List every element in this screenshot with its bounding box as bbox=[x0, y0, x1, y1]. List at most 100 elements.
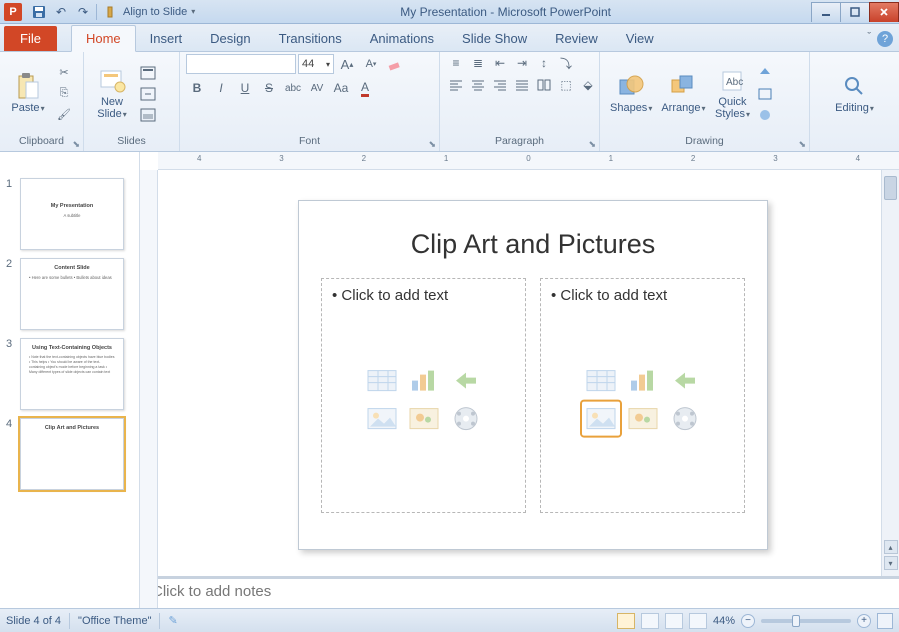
line-spacing-icon[interactable]: ↕ bbox=[534, 54, 554, 72]
insert-clipart-icon[interactable] bbox=[405, 401, 443, 435]
strike-button[interactable]: S bbox=[258, 78, 280, 98]
align-left-icon[interactable] bbox=[446, 76, 466, 94]
bullets-icon[interactable]: ≡ bbox=[446, 54, 466, 72]
insert-smartart-icon[interactable] bbox=[666, 363, 704, 397]
italic-button[interactable]: I bbox=[210, 78, 232, 98]
shrink-font-icon[interactable]: A▾ bbox=[360, 54, 382, 74]
launcher-icon[interactable]: ⬊ bbox=[798, 139, 806, 150]
zoom-out-button[interactable]: − bbox=[741, 614, 755, 628]
arrange-button[interactable]: Arrange bbox=[657, 70, 709, 117]
copy-icon[interactable]: ⎘ bbox=[54, 85, 74, 103]
normal-view-icon[interactable] bbox=[617, 613, 635, 629]
insert-media-icon[interactable] bbox=[666, 401, 704, 435]
align-right-icon[interactable] bbox=[490, 76, 510, 94]
shape-fill-icon[interactable] bbox=[755, 64, 775, 82]
cut-icon[interactable]: ✂ bbox=[54, 64, 74, 82]
layout-icon[interactable] bbox=[138, 64, 158, 82]
spellcheck-icon[interactable]: ✎ bbox=[168, 614, 177, 627]
numbering-icon[interactable]: ≣ bbox=[468, 54, 488, 72]
font-color-icon[interactable]: A bbox=[354, 78, 376, 98]
thumbnail-2[interactable]: 2 Content Slide• Here are some bullets •… bbox=[0, 254, 139, 334]
tab-slideshow[interactable]: Slide Show bbox=[448, 26, 541, 51]
undo-icon[interactable]: ↶ bbox=[52, 3, 70, 21]
align-text-icon[interactable]: ⬚ bbox=[556, 76, 576, 94]
launcher-icon[interactable]: ⬊ bbox=[588, 139, 596, 150]
font-size-selector[interactable]: 44▾ bbox=[298, 54, 334, 74]
shadow-button[interactable]: abc bbox=[282, 78, 304, 98]
next-slide-icon[interactable]: ▾ bbox=[884, 556, 898, 570]
insert-picture-icon[interactable] bbox=[582, 401, 620, 435]
insert-table-icon[interactable] bbox=[582, 363, 620, 397]
font-name-selector[interactable] bbox=[186, 54, 296, 74]
quick-styles-button[interactable]: Abc QuickStyles bbox=[710, 64, 754, 122]
insert-table-icon[interactable] bbox=[363, 363, 401, 397]
underline-button[interactable]: U bbox=[234, 78, 256, 98]
insert-clipart-icon[interactable] bbox=[624, 401, 662, 435]
minimize-button[interactable] bbox=[811, 2, 841, 22]
slide-title[interactable]: Clip Art and Pictures bbox=[321, 229, 745, 260]
zoom-slider[interactable] bbox=[761, 619, 851, 623]
sorter-view-icon[interactable] bbox=[641, 613, 659, 629]
tab-animations[interactable]: Animations bbox=[356, 26, 448, 51]
shape-outline-icon[interactable] bbox=[755, 85, 775, 103]
change-case-icon[interactable]: Aa bbox=[330, 78, 352, 98]
smartart-icon[interactable]: ⬙ bbox=[578, 76, 598, 94]
slide-canvas[interactable]: Clip Art and Pictures Click to add text bbox=[158, 170, 899, 576]
launcher-icon[interactable]: ⬊ bbox=[72, 139, 80, 150]
zoom-slider-thumb[interactable] bbox=[792, 615, 800, 627]
tab-insert[interactable]: Insert bbox=[136, 26, 197, 51]
tab-transitions[interactable]: Transitions bbox=[265, 26, 356, 51]
fit-to-window-icon[interactable] bbox=[877, 613, 893, 629]
shape-effects-icon[interactable] bbox=[755, 106, 775, 124]
scrollbar-thumb[interactable] bbox=[884, 176, 897, 200]
format-painter-icon[interactable]: 🖌 bbox=[54, 106, 74, 124]
reading-view-icon[interactable] bbox=[665, 613, 683, 629]
thumbnail-1[interactable]: 1 My PresentationA subtitle bbox=[0, 174, 139, 254]
insert-picture-icon[interactable] bbox=[363, 401, 401, 435]
content-placeholder-left[interactable]: Click to add text bbox=[321, 278, 526, 513]
align-center-icon[interactable] bbox=[468, 76, 488, 94]
bold-button[interactable]: B bbox=[186, 78, 208, 98]
thumbnail-3[interactable]: 3 Using Text-Containing Objects• Note th… bbox=[0, 334, 139, 414]
notes-pane[interactable]: Click to add notes bbox=[140, 576, 899, 608]
insert-chart-icon[interactable] bbox=[405, 363, 443, 397]
editing-button[interactable]: Editing bbox=[831, 70, 878, 117]
grow-font-icon[interactable]: A▴ bbox=[336, 54, 358, 74]
clear-format-icon[interactable] bbox=[384, 54, 406, 74]
shapes-button[interactable]: Shapes bbox=[606, 70, 656, 117]
vertical-scrollbar[interactable]: ▴ ▾ bbox=[881, 170, 899, 576]
save-icon[interactable] bbox=[30, 3, 48, 21]
inc-indent-icon[interactable]: ⇥ bbox=[512, 54, 532, 72]
tab-review[interactable]: Review bbox=[541, 26, 612, 51]
tab-view[interactable]: View bbox=[612, 26, 668, 51]
dec-indent-icon[interactable]: ⇤ bbox=[490, 54, 510, 72]
paste-button[interactable]: Paste bbox=[6, 70, 50, 117]
tab-home[interactable]: Home bbox=[71, 25, 136, 52]
prev-slide-icon[interactable]: ▴ bbox=[884, 540, 898, 554]
columns-icon[interactable] bbox=[534, 76, 554, 94]
thumbnail-4[interactable]: 4 Clip Art and Pictures bbox=[0, 414, 139, 494]
insert-chart-icon[interactable] bbox=[624, 363, 662, 397]
insert-media-icon[interactable] bbox=[447, 401, 485, 435]
qat-dropdown-icon[interactable]: ▾ bbox=[191, 7, 195, 16]
zoom-in-button[interactable]: + bbox=[857, 614, 871, 628]
justify-icon[interactable] bbox=[512, 76, 532, 94]
close-button[interactable] bbox=[869, 2, 899, 22]
tab-design[interactable]: Design bbox=[196, 26, 264, 51]
new-slide-button[interactable]: NewSlide bbox=[90, 64, 134, 122]
text-direction-icon[interactable]: ⤵ bbox=[556, 54, 576, 72]
tab-file[interactable]: File bbox=[4, 26, 57, 51]
launcher-icon[interactable]: ⬊ bbox=[428, 139, 436, 150]
redo-icon[interactable]: ↷ bbox=[74, 3, 92, 21]
minimize-ribbon-icon[interactable]: ˇ bbox=[867, 31, 871, 47]
align-icon[interactable] bbox=[101, 3, 119, 21]
maximize-button[interactable] bbox=[840, 2, 870, 22]
slideshow-view-icon[interactable] bbox=[689, 613, 707, 629]
content-placeholder-right[interactable]: Click to add text Insert Picture from Fi… bbox=[540, 278, 745, 513]
zoom-percent[interactable]: 44% bbox=[713, 615, 735, 627]
char-spacing-icon[interactable]: AV bbox=[306, 78, 328, 98]
insert-smartart-icon[interactable] bbox=[447, 363, 485, 397]
reset-icon[interactable] bbox=[138, 85, 158, 103]
section-icon[interactable] bbox=[138, 106, 158, 124]
help-icon[interactable]: ? bbox=[877, 31, 893, 47]
